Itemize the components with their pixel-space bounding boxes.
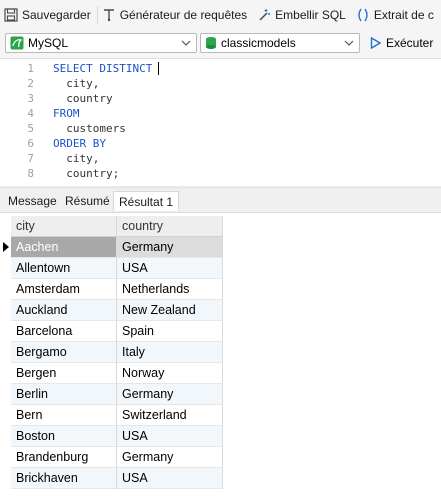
- row-indicator[interactable]: [0, 321, 11, 342]
- connection-select[interactable]: MySQL: [5, 33, 197, 53]
- cell-country[interactable]: Germany: [117, 237, 223, 258]
- current-row-indicator[interactable]: [0, 237, 11, 258]
- cell-country[interactable]: USA: [117, 468, 223, 489]
- cell-country[interactable]: Spain: [117, 321, 223, 342]
- tab-result-1[interactable]: Résultat 1: [113, 191, 180, 211]
- query-builder-button[interactable]: Générateur de requêtes: [98, 0, 253, 30]
- cell-city[interactable]: Bergen: [11, 363, 117, 384]
- cell-country[interactable]: Norway: [117, 363, 223, 384]
- line-number: 7: [27, 152, 34, 165]
- save-label: Sauvegarder: [22, 8, 91, 22]
- cell-country[interactable]: New Zealand: [117, 300, 223, 321]
- chevron-down-icon: [181, 40, 191, 46]
- tab-summary[interactable]: Résumé: [60, 191, 115, 211]
- query-builder-icon: [103, 9, 114, 22]
- cell-city[interactable]: Amsterdam: [11, 279, 117, 300]
- column-header-city[interactable]: city: [11, 216, 117, 237]
- cell-city[interactable]: Aachen: [11, 237, 117, 258]
- cell-country[interactable]: Germany: [117, 384, 223, 405]
- editor-line: 8 country;: [0, 166, 441, 181]
- cell-city[interactable]: Berlin: [11, 384, 117, 405]
- beautify-sql-button[interactable]: Embellir SQL: [253, 0, 352, 30]
- code-text: country: [53, 92, 113, 105]
- row-indicator[interactable]: [0, 447, 11, 468]
- sql-editor[interactable]: 1 SELECT DISTINCT 2 city, 3 country 4 FROM…: [0, 59, 441, 186]
- code-text: customers: [53, 122, 126, 135]
- save-button[interactable]: Sauvegarder: [0, 0, 97, 30]
- cell-country[interactable]: USA: [117, 258, 223, 279]
- tab-message[interactable]: Message: [3, 191, 62, 211]
- row-indicator[interactable]: [0, 342, 11, 363]
- line-number: 4: [27, 107, 34, 120]
- database-icon: [206, 37, 216, 49]
- code-text: city,: [53, 152, 100, 165]
- code-text: SELECT DISTINCT: [53, 62, 153, 75]
- play-icon: [370, 37, 381, 49]
- row-indicator[interactable]: [0, 258, 11, 279]
- cell-country[interactable]: Germany: [117, 447, 223, 468]
- beautify-sql-label: Embellir SQL: [275, 8, 346, 22]
- column-header-country[interactable]: country: [117, 216, 223, 237]
- connection-bar: MySQL classicmodels Exécuter: [0, 30, 441, 59]
- row-indicator[interactable]: [0, 363, 11, 384]
- code-text: country;: [53, 167, 120, 180]
- line-number: 8: [27, 167, 34, 180]
- text-caret: [158, 62, 159, 75]
- row-indicator[interactable]: [0, 300, 11, 321]
- code-text: ORDER BY: [53, 137, 106, 150]
- cell-country[interactable]: Netherlands: [117, 279, 223, 300]
- cell-city[interactable]: Bergamo: [11, 342, 117, 363]
- query-builder-label: Générateur de requêtes: [119, 8, 248, 22]
- cell-city[interactable]: Barcelona: [11, 321, 117, 342]
- line-number: 6: [27, 137, 34, 150]
- result-tabs: Message Résumé Résultat 1: [0, 189, 441, 213]
- row-indicator[interactable]: [0, 468, 11, 489]
- cell-city[interactable]: Brickhaven: [11, 468, 117, 489]
- database-select[interactable]: classicmodels: [200, 33, 360, 53]
- toolbar: Sauvegarder Générateur de requêtes Embel…: [0, 0, 441, 31]
- parentheses-icon: [358, 8, 368, 22]
- cell-country[interactable]: Italy: [117, 342, 223, 363]
- row-indicator[interactable]: [0, 426, 11, 447]
- line-number: 3: [27, 92, 34, 105]
- row-indicator[interactable]: [0, 279, 11, 300]
- line-number: 1: [27, 62, 34, 75]
- mysql-connection-icon: [10, 36, 24, 50]
- code-text: FROM: [53, 107, 80, 120]
- line-number: 5: [27, 122, 34, 135]
- chevron-down-icon: [344, 40, 354, 46]
- editor-line: 6 ORDER BY: [0, 136, 441, 151]
- run-button[interactable]: Exécuter: [370, 36, 433, 50]
- database-label: classicmodels: [221, 36, 296, 50]
- magic-wand-icon: [259, 9, 271, 21]
- editor-line: 5 customers: [0, 121, 441, 136]
- cell-country[interactable]: USA: [117, 426, 223, 447]
- cell-city[interactable]: Bern: [11, 405, 117, 426]
- cell-country[interactable]: Switzerland: [117, 405, 223, 426]
- editor-line: 3 country: [0, 91, 441, 106]
- row-indicator[interactable]: [0, 405, 11, 426]
- run-label: Exécuter: [386, 36, 434, 50]
- cell-city[interactable]: Auckland: [11, 300, 117, 321]
- code-text: city,: [53, 77, 100, 90]
- connection-label: MySQL: [28, 36, 69, 50]
- save-icon: [4, 8, 18, 22]
- extract-button[interactable]: Extrait de c: [352, 0, 440, 30]
- editor-line: 4 FROM: [0, 106, 441, 121]
- extract-label: Extrait de c: [373, 8, 434, 22]
- row-indicator[interactable]: [0, 384, 11, 405]
- cell-city[interactable]: Boston: [11, 426, 117, 447]
- cell-city[interactable]: Brandenburg: [11, 447, 117, 468]
- editor-line: 1 SELECT DISTINCT: [0, 61, 441, 76]
- editor-line: 7 city,: [0, 151, 441, 166]
- line-number: 2: [27, 77, 34, 90]
- editor-line: 2 city,: [0, 76, 441, 91]
- cell-city[interactable]: Allentown: [11, 258, 117, 279]
